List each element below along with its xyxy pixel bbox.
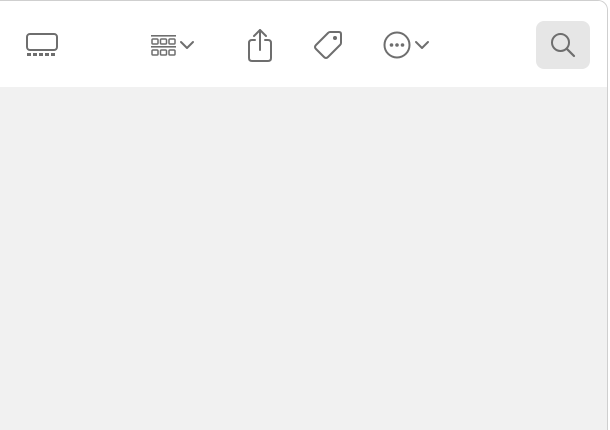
- gallery-view-button[interactable]: [20, 23, 64, 67]
- search-button[interactable]: [536, 21, 590, 69]
- icon-grid-icon: [151, 35, 176, 56]
- view-options-button[interactable]: [142, 23, 202, 67]
- share-icon: [248, 29, 272, 62]
- toolbar: [0, 1, 607, 87]
- tags-button[interactable]: [306, 23, 350, 67]
- finder-window: [0, 0, 608, 430]
- content-area: [0, 87, 607, 430]
- ellipsis-circle-icon: [383, 31, 411, 59]
- search-icon: [551, 33, 576, 58]
- share-button[interactable]: [238, 23, 282, 67]
- chevron-down-icon: [415, 41, 429, 49]
- chevron-down-icon: [180, 41, 194, 49]
- more-actions-button[interactable]: [374, 23, 438, 67]
- gallery-view-icon: [26, 33, 58, 56]
- tag-icon: [314, 31, 342, 59]
